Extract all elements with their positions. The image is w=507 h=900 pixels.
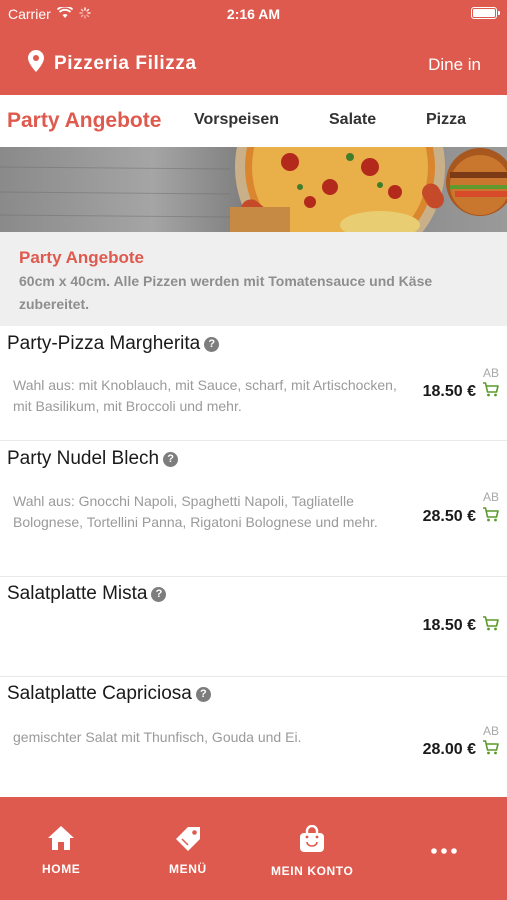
nav-account[interactable]: MEIN KONTO: [271, 824, 354, 878]
item-description: Wahl aus: mit Knoblauch, mit Sauce, scha…: [13, 377, 397, 414]
item-name-row: Party-Pizza Margherita ?: [7, 333, 220, 355]
tag-icon: [174, 825, 202, 856]
item-price[interactable]: 18.50 €: [423, 616, 499, 636]
nav-home-label: HOME: [42, 862, 81, 876]
info-icon[interactable]: ?: [195, 686, 211, 702]
nav-menu[interactable]: MENÜ: [169, 825, 207, 876]
menu-item[interactable]: Salatplatte Capriciosa ? gemischter Sala…: [0, 677, 507, 797]
location-pin-icon: [28, 50, 44, 77]
item-price[interactable]: 28.00 €: [423, 740, 499, 760]
more-icon: [431, 841, 457, 859]
category-tabs: Party Angebote Vorspeisen Salate Pizza: [0, 109, 507, 147]
price-value: 18.50 €: [422, 383, 476, 400]
item-name-row: Salatplatte Capriciosa ?: [7, 683, 211, 705]
cart-icon[interactable]: [482, 507, 499, 527]
tab-salate[interactable]: Salate: [329, 111, 376, 129]
item-name: Party-Pizza Margherita: [7, 333, 201, 354]
nav-account-label: MEIN KONTO: [271, 864, 354, 878]
price-prefix: AB: [482, 490, 499, 504]
price-value: 28.50 €: [422, 508, 476, 525]
price-value: 28.00 €: [422, 741, 476, 758]
category-info: Party Angebote 60cm x 40cm. Alle Pizzen …: [0, 232, 507, 326]
info-icon[interactable]: ?: [204, 336, 220, 352]
price-value: 18.50 €: [422, 617, 476, 634]
item-name: Salatplatte Capriciosa: [7, 683, 192, 704]
app-header: Carrier 2:16 AM Pizzeria Filizza Dine in: [0, 0, 507, 95]
price-prefix: AB: [482, 724, 499, 738]
tab-party-angebote[interactable]: Party Angebote: [7, 109, 161, 133]
category-title: Party Angebote: [19, 248, 145, 267]
nav-more[interactable]: [431, 841, 457, 865]
tab-pizza[interactable]: Pizza: [426, 111, 466, 129]
home-icon: [47, 825, 75, 856]
battery-icon: [471, 7, 500, 19]
restaurant-selector[interactable]: Pizzeria Filizza: [28, 50, 197, 77]
category-banner-image: [0, 147, 507, 232]
clock: 2:16 AM: [226, 6, 281, 22]
item-price[interactable]: 28.50 €: [423, 507, 499, 527]
cart-icon[interactable]: [482, 740, 499, 760]
status-bar: Carrier 2:16 AM: [0, 0, 507, 28]
tab-vorspeisen[interactable]: Vorspeisen: [194, 111, 279, 129]
item-description: Wahl aus: Gnocchi Napoli, Spaghetti Napo…: [13, 493, 378, 530]
menu-item[interactable]: Party-Pizza Margherita ? Wahl aus: mit K…: [0, 326, 507, 441]
restaurant-name: Pizzeria Filizza: [54, 52, 197, 74]
cart-icon[interactable]: [482, 616, 499, 636]
item-name-row: Salatplatte Mista ?: [7, 583, 167, 605]
bag-icon: [298, 824, 326, 858]
category-description: 60cm x 40cm. Alle Pizzen werden mit Toma…: [19, 273, 433, 312]
item-name-row: Party Nudel Blech ?: [7, 448, 179, 470]
info-icon[interactable]: ?: [151, 586, 167, 602]
menu-item[interactable]: Party Nudel Blech ? Wahl aus: Gnocchi Na…: [0, 441, 507, 577]
nav-home[interactable]: HOME: [42, 825, 80, 876]
item-name: Salatplatte Mista: [7, 583, 148, 604]
info-icon[interactable]: ?: [163, 451, 179, 467]
menu-item[interactable]: Salatplatte Mista ? 18.50 €: [0, 577, 507, 677]
item-description: gemischter Salat mit Thunfisch, Gouda un…: [13, 729, 302, 745]
bottom-nav: HOME MENÜ MEIN KONTO: [0, 797, 507, 900]
dine-in-toggle[interactable]: Dine in: [428, 55, 481, 75]
nav-menu-label: MENÜ: [169, 862, 207, 876]
cart-icon[interactable]: [482, 382, 499, 402]
price-prefix: AB: [482, 366, 499, 380]
item-name: Party Nudel Blech: [7, 448, 160, 469]
item-price[interactable]: 18.50 €: [423, 382, 499, 402]
